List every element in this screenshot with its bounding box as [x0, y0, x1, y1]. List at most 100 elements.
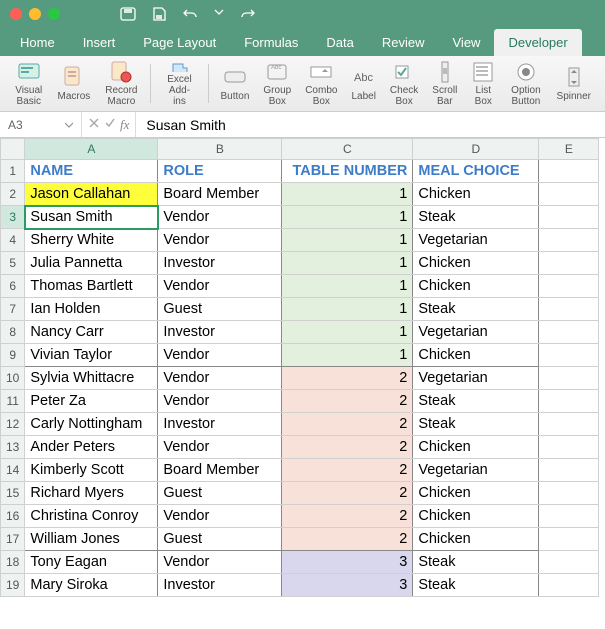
column-header-B[interactable]: B: [158, 139, 282, 160]
cell-A4[interactable]: Sherry White: [25, 229, 158, 252]
cell-E7[interactable]: [539, 298, 599, 321]
row-header-9[interactable]: 9: [1, 344, 25, 367]
cell-A2[interactable]: Jason Callahan: [25, 183, 158, 206]
cell-A11[interactable]: Peter Za: [25, 390, 158, 413]
row-header-8[interactable]: 8: [1, 321, 25, 344]
cell-E3[interactable]: [539, 206, 599, 229]
cell-C6[interactable]: 1: [282, 275, 413, 298]
cell-D15[interactable]: Chicken: [413, 482, 539, 505]
cell-B2[interactable]: Board Member: [158, 183, 282, 206]
cell-B12[interactable]: Investor: [158, 413, 282, 436]
cell-A15[interactable]: Richard Myers: [25, 482, 158, 505]
cell-E2[interactable]: [539, 183, 599, 206]
row-header-6[interactable]: 6: [1, 275, 25, 298]
cell-E17[interactable]: [539, 528, 599, 551]
row-header-3[interactable]: 3: [1, 206, 25, 229]
cell-A10[interactable]: Sylvia Whittacre: [25, 367, 158, 390]
cell-A19[interactable]: Mary Siroka: [25, 574, 158, 597]
cell-B10[interactable]: Vendor: [158, 367, 282, 390]
cell-B8[interactable]: Investor: [158, 321, 282, 344]
autosave-icon[interactable]: [120, 7, 136, 21]
cell-C5[interactable]: 1: [282, 252, 413, 275]
formula-value[interactable]: Susan Smith: [136, 117, 235, 133]
minimize-window-button[interactable]: [29, 8, 41, 20]
cell-D4[interactable]: Vegetarian: [413, 229, 539, 252]
cell-E6[interactable]: [539, 275, 599, 298]
name-box[interactable]: A3: [0, 112, 82, 137]
cell-D10[interactable]: Vegetarian: [413, 367, 539, 390]
cell-B6[interactable]: Vendor: [158, 275, 282, 298]
chevron-down-icon[interactable]: [214, 7, 224, 21]
cell-C13[interactable]: 2: [282, 436, 413, 459]
cell-E9[interactable]: [539, 344, 599, 367]
spinner-button[interactable]: Spinner: [551, 60, 597, 107]
cell-D3[interactable]: Steak: [413, 206, 539, 229]
cell-D14[interactable]: Vegetarian: [413, 459, 539, 482]
cell-C16[interactable]: 2: [282, 505, 413, 528]
cell-C12[interactable]: 2: [282, 413, 413, 436]
visual-basic-button[interactable]: Visual Basic: [8, 60, 50, 107]
macros-button[interactable]: Macros: [52, 60, 97, 107]
row-header-5[interactable]: 5: [1, 252, 25, 275]
column-header-E[interactable]: E: [539, 139, 599, 160]
label-button[interactable]: Abc Label: [345, 60, 381, 107]
tab-insert[interactable]: Insert: [69, 29, 130, 56]
cell-E15[interactable]: [539, 482, 599, 505]
cell-D13[interactable]: Chicken: [413, 436, 539, 459]
cell-C15[interactable]: 2: [282, 482, 413, 505]
cell-B1[interactable]: ROLE: [158, 160, 282, 183]
cell-C18[interactable]: 3: [282, 551, 413, 574]
cell-B13[interactable]: Vendor: [158, 436, 282, 459]
cell-B4[interactable]: Vendor: [158, 229, 282, 252]
row-header-19[interactable]: 19: [1, 574, 25, 597]
cell-E13[interactable]: [539, 436, 599, 459]
column-header-A[interactable]: A: [25, 139, 158, 160]
column-header-C[interactable]: C: [282, 139, 413, 160]
scroll-bar-button[interactable]: Scroll Bar: [426, 60, 463, 107]
cell-B11[interactable]: Vendor: [158, 390, 282, 413]
cell-D8[interactable]: Vegetarian: [413, 321, 539, 344]
cell-D18[interactable]: Steak: [413, 551, 539, 574]
cell-B3[interactable]: Vendor: [158, 206, 282, 229]
cell-D12[interactable]: Steak: [413, 413, 539, 436]
row-header-13[interactable]: 13: [1, 436, 25, 459]
cell-A5[interactable]: Julia Pannetta: [25, 252, 158, 275]
cell-B16[interactable]: Vendor: [158, 505, 282, 528]
tab-review[interactable]: Review: [368, 29, 439, 56]
cell-D2[interactable]: Chicken: [413, 183, 539, 206]
group-box-button[interactable]: Abc Group Box: [257, 60, 297, 107]
excel-addins-button[interactable]: Excel Add-ins: [157, 60, 202, 107]
cell-D19[interactable]: Steak: [413, 574, 539, 597]
cell-E18[interactable]: [539, 551, 599, 574]
cell-C9[interactable]: 1: [282, 344, 413, 367]
row-header-12[interactable]: 12: [1, 413, 25, 436]
cell-A9[interactable]: Vivian Taylor: [25, 344, 158, 367]
cell-B17[interactable]: Guest: [158, 528, 282, 551]
cell-A12[interactable]: Carly Nottingham: [25, 413, 158, 436]
cell-E5[interactable]: [539, 252, 599, 275]
cancel-formula-icon[interactable]: [88, 117, 100, 132]
cell-A3[interactable]: Susan Smith: [25, 206, 158, 229]
tab-formulas[interactable]: Formulas: [230, 29, 312, 56]
worksheet[interactable]: ABCDE1NAMEROLETABLE NUMBERMEAL CHOICE2Ja…: [0, 138, 605, 597]
row-header-18[interactable]: 18: [1, 551, 25, 574]
cell-B7[interactable]: Guest: [158, 298, 282, 321]
row-header-16[interactable]: 16: [1, 505, 25, 528]
cell-D7[interactable]: Steak: [413, 298, 539, 321]
option-button-button[interactable]: Option Button: [503, 60, 548, 107]
cell-C11[interactable]: 2: [282, 390, 413, 413]
cell-D9[interactable]: Chicken: [413, 344, 539, 367]
cell-B5[interactable]: Investor: [158, 252, 282, 275]
check-box-button[interactable]: Check Box: [384, 60, 424, 107]
cell-B18[interactable]: Vendor: [158, 551, 282, 574]
cell-C7[interactable]: 1: [282, 298, 413, 321]
fx-icon[interactable]: fx: [120, 117, 129, 133]
cell-A1[interactable]: NAME: [25, 160, 158, 183]
undo-icon[interactable]: [182, 7, 198, 21]
row-header-4[interactable]: 4: [1, 229, 25, 252]
row-header-2[interactable]: 2: [1, 183, 25, 206]
cell-C1[interactable]: TABLE NUMBER: [282, 160, 413, 183]
cell-E19[interactable]: [539, 574, 599, 597]
cell-E12[interactable]: [539, 413, 599, 436]
cell-E1[interactable]: [539, 160, 599, 183]
